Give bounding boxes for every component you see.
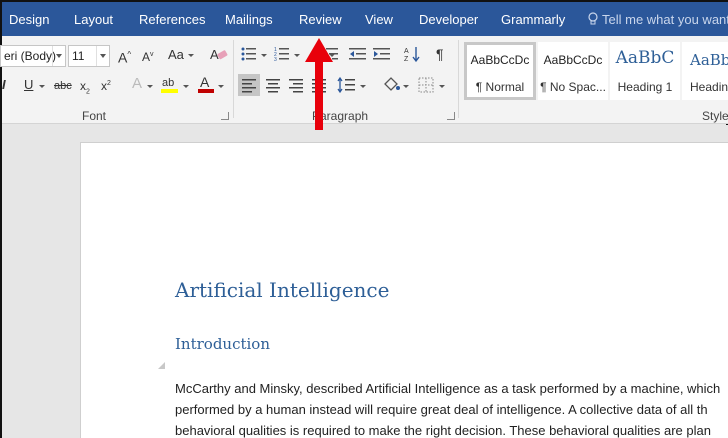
group-separator xyxy=(458,40,459,118)
lightbulb-icon xyxy=(588,12,598,25)
shrink-font-icon[interactable]: Av xyxy=(142,47,154,65)
red-arrow-icon xyxy=(305,38,333,130)
chevron-down-icon[interactable] xyxy=(147,85,153,88)
chevron-down-icon[interactable] xyxy=(439,85,445,88)
decrease-indent-icon[interactable] xyxy=(349,46,367,62)
document-title[interactable]: Artificial Intelligence xyxy=(175,278,389,302)
clear-formatting-icon[interactable]: A xyxy=(210,46,228,62)
shading-icon[interactable] xyxy=(380,74,402,96)
style-name: Heading 1 xyxy=(617,80,673,94)
group-separator xyxy=(233,40,234,118)
style-no-spacing[interactable]: AaBbCcDc ¶ No Spac... xyxy=(538,42,608,100)
numbering-icon[interactable]: 1 2 3 xyxy=(274,46,290,62)
sort-icon[interactable]: AZ xyxy=(404,45,422,63)
show-formatting-marks-icon[interactable]: ¶ xyxy=(436,46,444,62)
font-size-value: 11 xyxy=(72,49,85,63)
body-line: behavioral qualities is required to make… xyxy=(175,423,711,438)
styles-gallery: AaBbCcDc ¶ Normal AaBbCcDc ¶ No Spac... … xyxy=(464,42,728,102)
tab-design[interactable]: Design xyxy=(9,2,49,36)
font-name-value: eri (Body) xyxy=(4,49,57,63)
svg-text:A: A xyxy=(200,74,210,90)
chevron-down-icon[interactable] xyxy=(96,46,109,66)
change-case-icon[interactable]: Aa xyxy=(168,47,184,63)
paragraph-dialog-launcher-icon[interactable] xyxy=(447,112,455,120)
align-left-icon xyxy=(242,79,256,93)
subscript-icon[interactable]: x2 xyxy=(80,78,90,100)
style-sample: AaBbC xyxy=(690,51,728,69)
style-heading-2[interactable]: AaBbC Headin xyxy=(682,42,728,100)
svg-text:Z: Z xyxy=(404,56,409,63)
font-dialog-launcher-icon[interactable] xyxy=(221,112,229,120)
tell-me-search[interactable]: Tell me what you want xyxy=(588,2,728,36)
strikethrough-icon[interactable]: abc xyxy=(54,78,72,94)
tab-mailings[interactable]: Mailings xyxy=(225,2,273,36)
highlight-icon[interactable]: ab xyxy=(160,74,180,94)
font-name-combo[interactable]: eri (Body) xyxy=(0,45,66,67)
font-color-icon[interactable]: A xyxy=(198,74,214,94)
tab-review[interactable]: Review xyxy=(299,2,342,36)
chevron-down-icon[interactable] xyxy=(261,54,267,57)
tab-developer[interactable]: Developer xyxy=(419,2,478,36)
tab-references[interactable]: References xyxy=(139,2,205,36)
italic-icon[interactable]: I xyxy=(2,77,6,93)
font-group-label: Font xyxy=(82,109,107,123)
ribbon: eri (Body) 11 A^ Av Aa A I U abc x2 x2 A… xyxy=(0,36,728,124)
borders-icon[interactable] xyxy=(415,74,437,96)
align-left-button[interactable] xyxy=(238,74,260,96)
chevron-down-icon[interactable] xyxy=(360,85,366,88)
style-name: ¶ Normal xyxy=(475,80,525,94)
chevron-down-icon[interactable] xyxy=(39,85,45,88)
increase-indent-icon[interactable] xyxy=(373,46,391,62)
superscript-icon[interactable]: x2 xyxy=(101,76,111,94)
chevron-down-icon[interactable] xyxy=(294,54,300,57)
align-center-icon[interactable] xyxy=(262,74,284,96)
font-size-combo[interactable]: 11 xyxy=(68,45,110,67)
chevron-down-icon[interactable] xyxy=(52,46,65,66)
grow-font-icon[interactable]: A^ xyxy=(118,47,131,66)
tell-me-placeholder: Tell me what you want xyxy=(602,12,728,27)
style-heading-1[interactable]: AaBbC Heading 1 xyxy=(610,42,680,100)
tab-grammarly[interactable]: Grammarly xyxy=(501,2,565,36)
line-spacing-icon[interactable] xyxy=(336,74,358,96)
styles-group-label: Styles xyxy=(702,109,728,123)
chevron-down-icon[interactable] xyxy=(188,54,194,57)
svg-text:A: A xyxy=(404,48,409,55)
chevron-down-icon[interactable] xyxy=(403,85,409,88)
style-normal[interactable]: AaBbCcDc ¶ Normal xyxy=(464,42,536,100)
document-body[interactable]: McCarthy and Minsky, described Artificia… xyxy=(175,378,728,438)
collapse-heading-icon[interactable] xyxy=(158,362,165,369)
body-line: performed by a human instead will requir… xyxy=(175,402,708,417)
document-subheading[interactable]: Introduction xyxy=(175,335,270,353)
body-line: McCarthy and Minsky, described Artificia… xyxy=(175,381,721,396)
bullets-icon[interactable] xyxy=(241,46,257,62)
ribbon-tab-bar: Design Layout References Mailings Review… xyxy=(2,2,728,36)
style-name: ¶ No Spac... xyxy=(540,80,606,94)
chevron-down-icon[interactable] xyxy=(218,85,224,88)
underline-icon[interactable]: U xyxy=(24,77,33,93)
svg-text:3: 3 xyxy=(274,57,277,62)
tab-layout[interactable]: Layout xyxy=(74,2,113,36)
style-sample: AaBbC xyxy=(615,48,675,68)
style-sample: AaBbCcDc xyxy=(543,53,603,67)
chevron-down-icon[interactable] xyxy=(183,85,189,88)
tab-view[interactable]: View xyxy=(365,2,393,36)
text-effects-icon[interactable]: A xyxy=(132,76,142,92)
style-sample: AaBbCcDc xyxy=(470,53,530,67)
style-name: Headin xyxy=(690,80,728,94)
svg-text:ab: ab xyxy=(162,77,174,89)
